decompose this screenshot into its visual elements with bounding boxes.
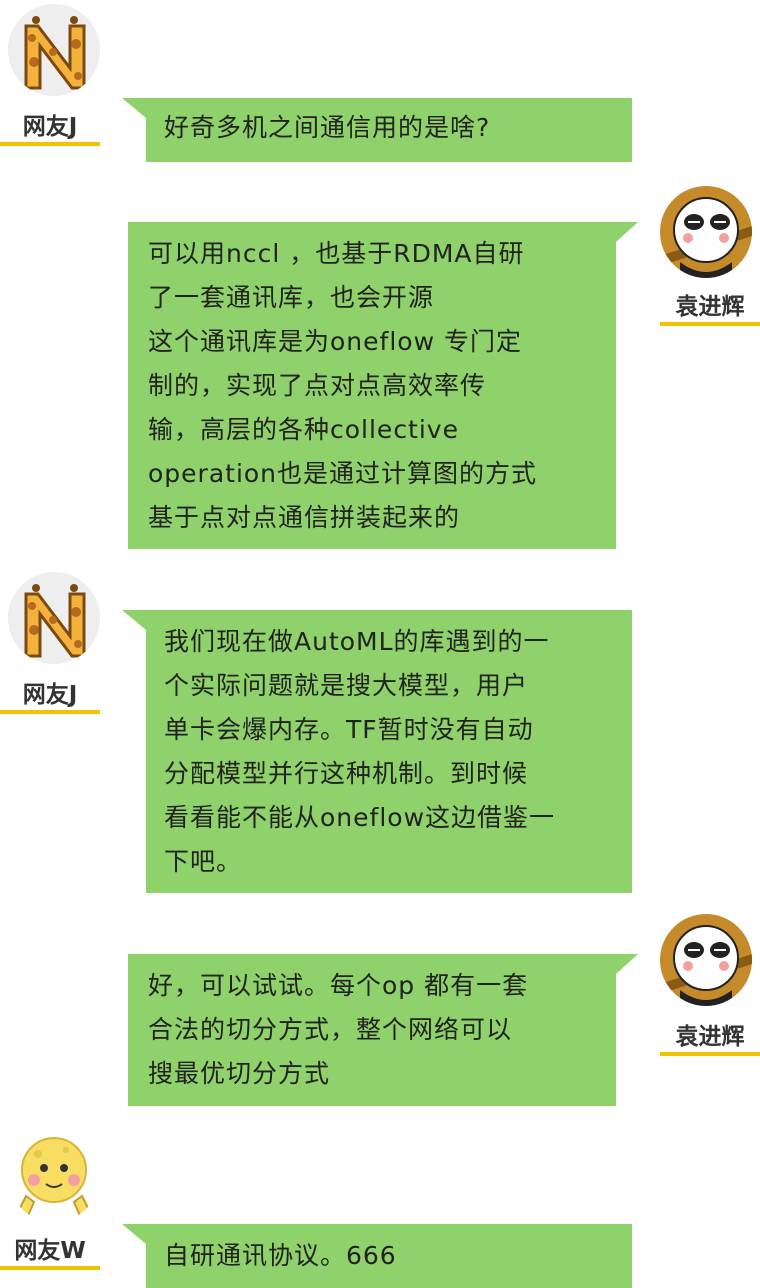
message-line: 合法的切分方式，整个网络可以 — [148, 1015, 513, 1044]
message-bubble: 我们现在做AutoML的库遇到的一 个实际问题就是搜大模型，用户 单卡会爆内存。… — [146, 610, 632, 893]
avatar — [8, 1130, 100, 1222]
sender-name: 网友J — [22, 682, 78, 708]
message-line: operation也是通过计算图的方式 — [148, 459, 538, 488]
message-line: 好奇多机之间通信用的是啥? — [164, 113, 491, 142]
message-bubble: 好，可以试试。每个op 都有一套 合法的切分方式，整个网络可以 搜最优切分方式 — [128, 954, 616, 1106]
avatar — [8, 572, 100, 664]
message-line: 个实际问题就是搜大模型，用户 — [164, 671, 529, 700]
message-line: 好，可以试试。每个op 都有一套 — [148, 971, 529, 1000]
sender-name: 袁进辉 — [675, 294, 745, 320]
bubble-tail — [122, 98, 146, 118]
avatar — [660, 186, 752, 278]
moon-emoji-icon — [8, 1130, 100, 1222]
sender-name: 网友J — [22, 114, 78, 140]
avatar — [660, 914, 752, 1006]
panda-icon — [660, 914, 752, 1006]
message-bubble: 好奇多机之间通信用的是啥? — [146, 98, 632, 162]
message-bubble: 自研通讯协议。666 — [146, 1224, 632, 1288]
name-underline — [0, 710, 100, 714]
avatar — [8, 4, 100, 96]
message-bubble: 可以用nccl ，也基于RDMA自研 了一套通讯库，也会开源 这个通讯库是为on… — [128, 222, 616, 549]
name-underline — [660, 322, 760, 326]
message-line: 看看能不能从oneflow这边借鉴一 — [164, 803, 556, 832]
message-line: 这个通讯库是为oneflow 专门定 — [148, 327, 522, 356]
message-line: 可以用nccl ，也基于RDMA自研 — [148, 239, 525, 268]
panda-icon — [660, 186, 752, 278]
message-line: 自研通讯协议。666 — [164, 1241, 397, 1270]
message-line: 分配模型并行这种机制。到时候 — [164, 759, 529, 788]
sender-name: 网友W — [14, 1238, 86, 1264]
bubble-tail — [616, 222, 638, 242]
giraffe-n-icon — [8, 4, 100, 96]
message-line: 了一套通讯库，也会开源 — [148, 283, 435, 312]
name-underline — [0, 142, 100, 146]
sender-name: 袁进辉 — [675, 1024, 745, 1050]
message-line: 我们现在做AutoML的库遇到的一 — [164, 627, 550, 656]
message-line: 基于点对点通信拼装起来的 — [148, 503, 461, 532]
message-line: 搜最优切分方式 — [148, 1059, 331, 1088]
message-line: 单卡会爆内存。TF暂时没有自动 — [164, 715, 534, 744]
message-line: 下吧。 — [164, 847, 243, 876]
bubble-tail — [616, 954, 638, 974]
bubble-tail — [122, 1224, 146, 1244]
giraffe-n-icon — [8, 572, 100, 664]
bubble-tail — [122, 610, 146, 630]
message-line: 输，高层的各种collective — [148, 415, 459, 444]
message-line: 制的，实现了点对点高效率传 — [148, 371, 487, 400]
name-underline — [0, 1266, 100, 1270]
name-underline — [660, 1052, 760, 1056]
